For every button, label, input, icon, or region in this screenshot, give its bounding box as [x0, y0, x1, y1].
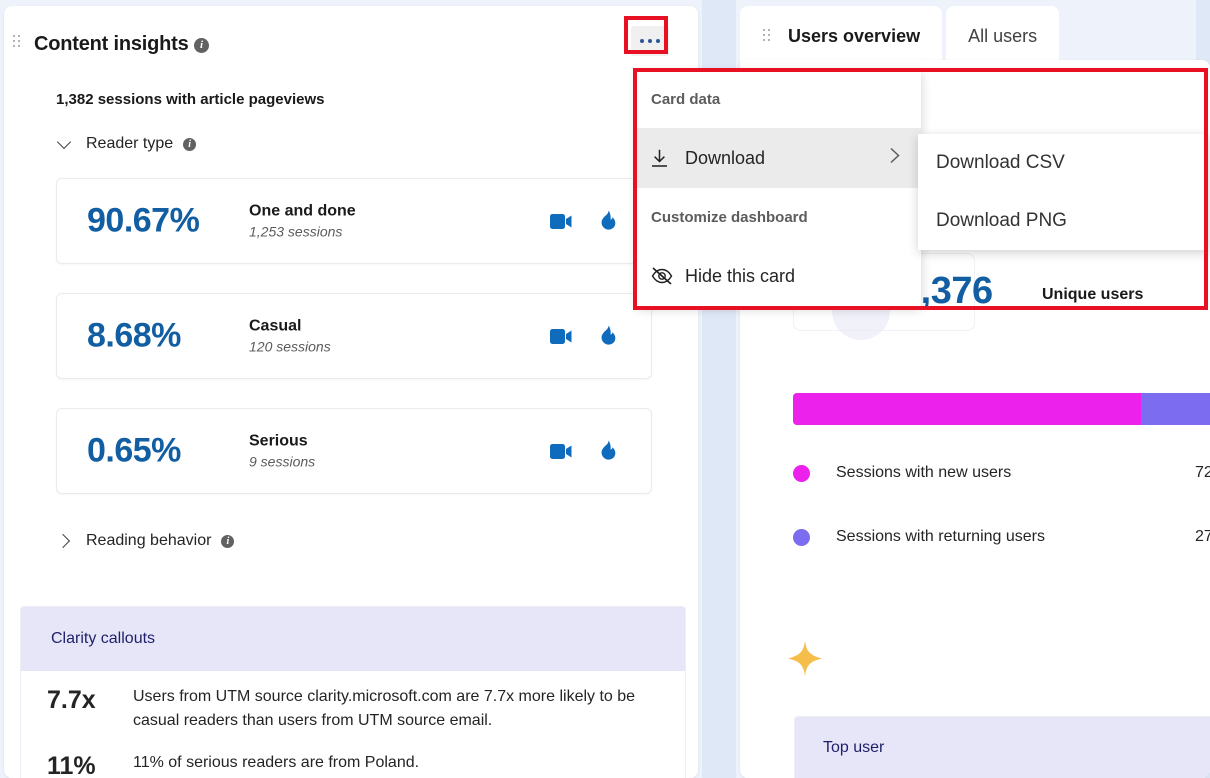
download-icon: [651, 149, 681, 168]
reader-type-info: Casual 120 sessions: [249, 318, 331, 355]
legend-item-returning-users[interactable]: Sessions with returning users 27.47%: [793, 528, 1210, 546]
reader-row-actions: [550, 440, 617, 462]
info-icon[interactable]: i: [221, 534, 235, 548]
menu-item-hide-this-card-label: Hide this card: [685, 265, 796, 286]
info-icon[interactable]: i: [183, 137, 197, 151]
reader-type-percent: 8.68%: [87, 316, 181, 355]
menu-item-download-csv[interactable]: Download CSV: [918, 134, 1208, 192]
legend-label-new: Sessions with new users: [836, 464, 1012, 481]
legend-value-new: 72.53%: [1195, 464, 1210, 481]
sparkle-icon: [788, 641, 822, 676]
content-insights-header: Content insights i: [4, 6, 698, 68]
callout-item: 11% 11% of serious readers are from Pola…: [21, 733, 685, 778]
right-panel-tabs: Users overview All users: [740, 6, 1060, 66]
legend-color-swatch-new: [793, 464, 810, 482]
info-icon[interactable]: i: [193, 38, 209, 53]
reader-type-label: Casual: [249, 317, 302, 335]
clarity-callouts-header: Clarity callouts: [21, 607, 685, 671]
top-user-card: Top user 7 sessions Italy: [794, 716, 1210, 778]
reader-type-row[interactable]: 90.67% One and done 1,253 sessions: [56, 178, 652, 264]
legend-color-swatch-returning: [793, 528, 810, 546]
flame-heatmap-icon[interactable]: [600, 210, 617, 232]
chevron-right-icon: [54, 530, 76, 552]
reader-type-sessions: 9 sessions: [249, 453, 316, 470]
reader-type-info: One and done 1,253 sessions: [249, 203, 356, 240]
menu-item-download[interactable]: Download: [637, 128, 921, 188]
sessions-summary: 1,382 sessions with article pageviews: [56, 91, 325, 108]
callout-value: 11%: [47, 752, 96, 778]
card-title-text: Content insights: [34, 33, 189, 55]
card-context-menu: Card data Download Customize dashboard H…: [637, 70, 921, 306]
group-reader-type[interactable]: Reader type i: [54, 133, 197, 155]
callout-item: 7.7x Users from UTM source clarity.micro…: [21, 671, 685, 733]
tab-users-overview-label: Users overview: [788, 25, 921, 46]
chevron-down-icon: [54, 133, 76, 155]
menu-item-download-label: Download: [685, 147, 766, 168]
reader-row-actions: [550, 210, 617, 232]
menu-section-card-data: Card data: [651, 90, 721, 108]
reader-type-sessions: 120 sessions: [249, 338, 331, 355]
reader-type-row[interactable]: 8.68% Casual 120 sessions: [56, 293, 652, 379]
drag-dots-icon[interactable]: [762, 28, 774, 44]
download-submenu: Download CSV Download PNG: [918, 134, 1208, 250]
eye-off-icon: [651, 267, 681, 285]
callout-text: 11% of serious readers are from Poland.: [133, 754, 420, 771]
tab-all-users-label: All users: [968, 25, 1038, 46]
video-recording-icon[interactable]: [550, 213, 572, 230]
chevron-right-icon: [889, 147, 901, 170]
reader-type-percent: 0.65%: [87, 431, 181, 470]
tab-users-overview[interactable]: Users overview: [740, 6, 943, 66]
menu-item-hide-this-card[interactable]: Hide this card: [637, 246, 921, 306]
video-recording-icon[interactable]: [550, 328, 572, 345]
reader-type-percent: 90.67%: [87, 201, 200, 240]
drag-dots-icon[interactable]: [12, 34, 24, 50]
group-reading-behavior-label: Reading behavior: [86, 532, 212, 549]
reader-type-row[interactable]: 0.65% Serious 9 sessions: [56, 408, 652, 494]
reader-type-sessions: 1,253 sessions: [249, 223, 343, 240]
video-recording-icon[interactable]: [550, 443, 572, 460]
legend-item-new-users[interactable]: Sessions with new users 72.53%: [793, 464, 1210, 482]
card-more-options-button[interactable]: [631, 26, 669, 56]
reader-type-label: One and done: [249, 202, 356, 220]
group-reading-behavior[interactable]: Reading behavior i: [54, 530, 235, 552]
new-users-bar-segment: [793, 393, 1142, 425]
reader-type-info: Serious 9 sessions: [249, 433, 315, 470]
reader-row-actions: [550, 325, 617, 347]
legend-value-returning: 27.47%: [1195, 528, 1210, 545]
menu-item-download-png[interactable]: Download PNG: [918, 192, 1208, 250]
flame-heatmap-icon[interactable]: [600, 325, 617, 347]
legend-label-returning: Sessions with returning users: [836, 528, 1045, 545]
reader-type-label: Serious: [249, 432, 308, 450]
flame-heatmap-icon[interactable]: [600, 440, 617, 462]
content-insights-card: Content insights i 1,382 sessions with a…: [4, 6, 698, 778]
new-vs-returning-bar: [793, 393, 1210, 425]
callout-text: Users from UTM source clarity.microsoft.…: [133, 688, 636, 729]
group-reader-type-label: Reader type: [86, 135, 174, 152]
callout-value: 7.7x: [47, 686, 96, 714]
menu-section-customize-dashboard: Customize dashboard: [651, 208, 808, 226]
clarity-callouts-card: Clarity callouts 7.7x Users from UTM sou…: [20, 606, 686, 778]
page-title: Content insights i: [34, 33, 209, 56]
unique-users-label: Unique users: [1042, 286, 1144, 303]
tab-all-users[interactable]: All users: [946, 6, 1060, 66]
top-user-header: Top user: [795, 717, 1210, 778]
